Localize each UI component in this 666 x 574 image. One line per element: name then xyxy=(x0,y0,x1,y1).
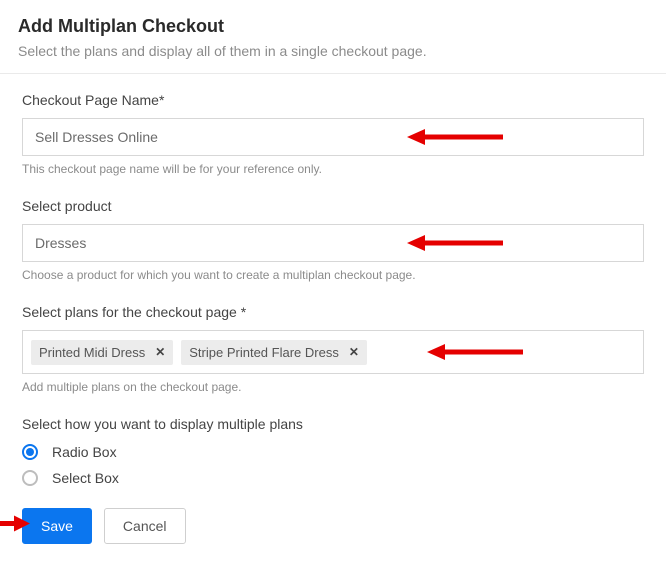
page-title: Add Multiplan Checkout xyxy=(18,16,648,37)
radio-selectbox[interactable] xyxy=(22,470,38,486)
product-helper: Choose a product for which you want to c… xyxy=(22,268,644,282)
name-input-wrap xyxy=(22,118,644,156)
radio-radiobox-label: Radio Box xyxy=(52,444,117,460)
buttons-row: Save Cancel xyxy=(22,508,644,544)
product-input-wrap xyxy=(22,224,644,262)
name-helper: This checkout page name will be for your… xyxy=(22,162,644,176)
radio-selectbox-label: Select Box xyxy=(52,470,119,486)
plans-tags-box[interactable]: Printed Midi Dress ✕ Stripe Printed Flar… xyxy=(22,330,644,374)
plan-tag-label: Stripe Printed Flare Dress xyxy=(189,345,339,360)
display-radio-group: Radio Box Select Box xyxy=(22,444,644,486)
plans-helper: Add multiple plans on the checkout page. xyxy=(22,380,644,394)
plan-tag-label: Printed Midi Dress xyxy=(39,345,145,360)
name-input[interactable] xyxy=(22,118,644,156)
cancel-button[interactable]: Cancel xyxy=(104,508,186,544)
plan-tag: Stripe Printed Flare Dress ✕ xyxy=(181,340,367,365)
remove-tag-icon[interactable]: ✕ xyxy=(155,345,165,359)
name-label: Checkout Page Name* xyxy=(22,92,644,108)
plans-label: Select plans for the checkout page * xyxy=(22,304,644,320)
product-input[interactable] xyxy=(22,224,644,262)
radio-radiobox[interactable] xyxy=(22,444,38,460)
form: Checkout Page Name* This checkout page n… xyxy=(0,74,666,564)
radio-row-radiobox[interactable]: Radio Box xyxy=(22,444,644,460)
display-label: Select how you want to display multiple … xyxy=(22,416,644,432)
plans-input-wrap: Printed Midi Dress ✕ Stripe Printed Flar… xyxy=(22,330,644,374)
page-header: Add Multiplan Checkout Select the plans … xyxy=(0,0,666,74)
page-subtitle: Select the plans and display all of them… xyxy=(18,43,648,59)
remove-tag-icon[interactable]: ✕ xyxy=(349,345,359,359)
product-label: Select product xyxy=(22,198,644,214)
save-button[interactable]: Save xyxy=(22,508,92,544)
plan-tag: Printed Midi Dress ✕ xyxy=(31,340,173,365)
radio-row-selectbox[interactable]: Select Box xyxy=(22,470,644,486)
